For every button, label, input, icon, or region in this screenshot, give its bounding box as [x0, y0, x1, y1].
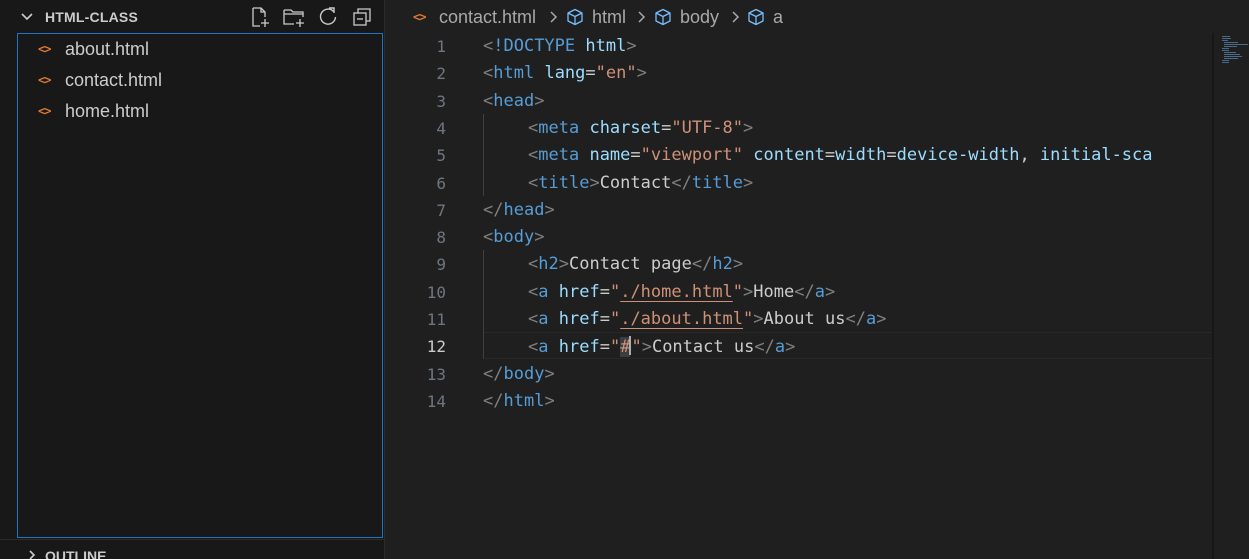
html-file-icon: <>	[413, 10, 426, 24]
code-text: <body>	[483, 227, 545, 248]
outline-title: OUTLINE	[45, 548, 107, 559]
code-line[interactable]: 8 <body>	[385, 224, 1249, 251]
minimap-line	[1222, 62, 1229, 63]
code-text: <meta charset="UTF-8">	[528, 117, 754, 138]
file-name: contact.html	[65, 70, 163, 90]
code-line[interactable]: 6 <title>Contact</title>	[385, 170, 1249, 197]
line-number: 13	[426, 364, 446, 384]
line-number: 3	[436, 91, 446, 111]
breadcrumb-symbol-label: body	[680, 7, 720, 27]
file-item-contact[interactable]: <> contact.html	[18, 65, 382, 96]
breadcrumb: <> contact.html html body a	[385, 0, 1249, 33]
new-file-icon	[252, 7, 269, 27]
code-line[interactable]: 3 <head>	[385, 88, 1249, 115]
line-number: 10	[426, 282, 446, 302]
html-file-icon: <>	[38, 104, 51, 118]
collapse-folders-button[interactable]	[350, 5, 374, 29]
code-text: </html>	[483, 390, 555, 411]
code-text: <title>Contact</title>	[528, 172, 754, 193]
file-tree: <> about.html <> contact.html <> home.ht…	[17, 33, 383, 538]
collapse-all-icon	[353, 8, 371, 26]
file-name: about.html	[65, 39, 150, 59]
new-file-button[interactable]	[248, 5, 272, 29]
line-number: 2	[436, 64, 446, 84]
chevron-right-icon	[638, 11, 646, 23]
line-number: 12	[426, 337, 446, 357]
cube-icon	[567, 8, 583, 26]
minimap-line	[1222, 50, 1229, 51]
code-line[interactable]: 2 <html lang="en">	[385, 60, 1249, 87]
file-item-home[interactable]: <> home.html	[18, 96, 382, 127]
explorer-sidebar: HTML-CLASS <> about.html <> contact.html…	[0, 0, 384, 559]
breadcrumb-symbol-label: html	[592, 7, 627, 27]
code-text: </head>	[483, 199, 555, 220]
minimap-line	[1224, 56, 1242, 57]
file-item-about[interactable]: <> about.html	[18, 34, 382, 65]
chevron-right-icon	[550, 11, 558, 23]
line-number: 1	[436, 37, 446, 56]
code-line[interactable]: 7 </head>	[385, 197, 1249, 224]
chevron-down-icon	[21, 13, 33, 21]
minimap-line	[1222, 38, 1231, 39]
line-number: 14	[426, 391, 446, 411]
code-line[interactable]: 11 <a href="./about.html">About us</a>	[385, 306, 1249, 333]
new-folder-button[interactable]	[282, 5, 306, 29]
code-editor[interactable]: 1 <!DOCTYPE html> 2 <html lang="en"> 3 <head>…	[385, 33, 1249, 559]
code-line[interactable]: 14 </html>	[385, 388, 1249, 415]
html-file-icon: <>	[38, 73, 51, 87]
code-text: <a href="./about.html">About us</a>	[528, 309, 887, 329]
code-text: <head>	[483, 90, 545, 111]
line-number: 6	[436, 173, 446, 193]
code-text: <!DOCTYPE html>	[483, 36, 637, 56]
code-line[interactable]: 13 </body>	[385, 361, 1249, 388]
code-line[interactable]: 4 <meta charset="UTF-8">	[385, 115, 1249, 142]
line-number: 8	[436, 228, 446, 248]
code-text: <meta name="viewport" content=width=devi…	[528, 145, 1153, 166]
code-line[interactable]: 5 <meta name="viewport" content=width=dev…	[385, 142, 1249, 169]
outline-section-header[interactable]: OUTLINE	[0, 539, 384, 559]
explorer-folder-header[interactable]: HTML-CLASS	[0, 0, 384, 33]
minimap-line	[1222, 48, 1229, 49]
code-text: <html lang="en">	[483, 63, 647, 84]
code-text: <a href="./home.html">Home</a>	[528, 281, 836, 302]
code-text: <h2>Contact page</h2>	[528, 254, 744, 275]
cube-icon	[748, 8, 764, 26]
code-text: </body>	[483, 363, 555, 384]
code-line[interactable]: 9 <h2>Contact page</h2>	[385, 251, 1249, 278]
minimap-line	[1224, 44, 1248, 45]
file-name: home.html	[65, 101, 150, 121]
minimap-line	[1222, 40, 1228, 41]
code-line[interactable]: 12 <a href="#">Contact us</a>	[385, 333, 1249, 360]
line-number: 9	[436, 255, 446, 275]
minimap-line	[1222, 60, 1229, 61]
minimap[interactable]	[1214, 33, 1249, 559]
line-number: 7	[436, 200, 446, 220]
refresh-explorer-button[interactable]	[316, 5, 340, 29]
code-line[interactable]: 10 <a href="./home.html">Home</a>	[385, 279, 1249, 306]
code-line[interactable]: 1 <!DOCTYPE html>	[385, 33, 1249, 60]
explorer-folder-title: HTML-CLASS	[45, 9, 138, 25]
minimap-line	[1224, 42, 1238, 43]
breadcrumb-file-label: contact.html	[439, 7, 537, 27]
code-text: <a href="#">Contact us</a>	[528, 336, 796, 358]
chevron-right-icon	[732, 11, 740, 23]
cube-icon	[655, 8, 671, 26]
line-number: 4	[436, 118, 446, 138]
text-cursor	[629, 336, 632, 356]
minimap-line	[1224, 52, 1236, 53]
minimap-line	[1224, 58, 1238, 59]
refresh-icon	[319, 7, 337, 25]
new-folder-icon	[283, 9, 304, 27]
line-number: 11	[426, 310, 446, 329]
minimap-line	[1222, 36, 1230, 37]
breadcrumb-symbol-label: a	[773, 7, 784, 27]
line-number: 5	[436, 146, 446, 166]
chevron-right-icon	[29, 550, 36, 559]
minimap-line	[1224, 54, 1240, 55]
html-file-icon: <>	[38, 42, 51, 56]
minimap-line	[1224, 46, 1237, 47]
